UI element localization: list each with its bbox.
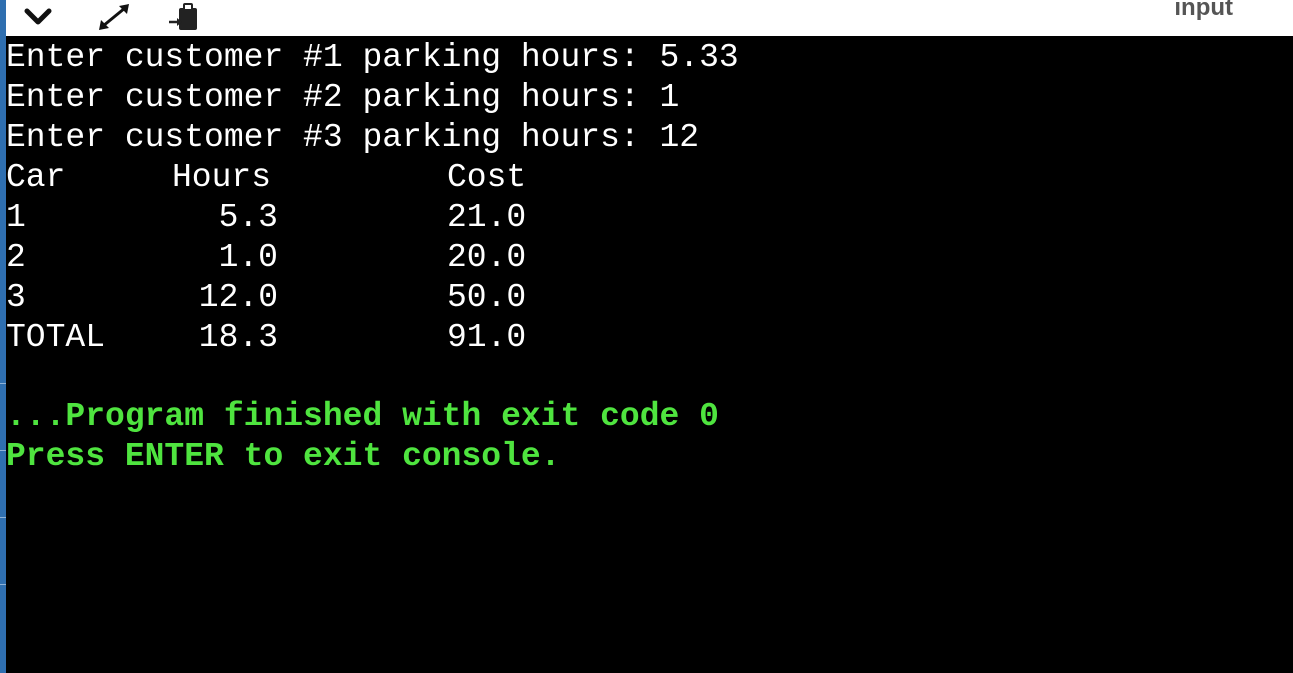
prompt-line-1: Enter customer #1 parking hours: 5.33 <box>6 39 739 76</box>
row-hours: 12.0 <box>198 279 278 316</box>
row-car: 1 <box>6 199 26 236</box>
row-cost: 20.0 <box>447 239 527 276</box>
exit-status-message: ...Program finished with exit code 0 <box>6 398 719 435</box>
prompt-line-2: Enter customer #2 parking hours: 1 <box>6 79 680 116</box>
row-hours: 5.3 <box>218 199 278 236</box>
row-car: 2 <box>6 239 26 276</box>
press-enter-message: Press ENTER to exit console. <box>6 438 561 475</box>
input-tab-label[interactable]: input <box>1174 0 1233 22</box>
table-row: 2 1.0 20.0 <box>6 238 606 278</box>
expand-icon[interactable] <box>96 2 132 32</box>
chevron-down-icon[interactable] <box>20 2 56 32</box>
table-header: Car Hours Cost <box>6 158 606 198</box>
console-toolbar: input <box>0 0 1293 36</box>
row-cost: 50.0 <box>447 279 527 316</box>
table-total-row: TOTAL 18.3 91.0 <box>6 318 606 358</box>
table-row: 1 5.3 21.0 <box>6 198 606 238</box>
row-cost: 21.0 <box>447 199 527 236</box>
row-car: TOTAL <box>6 319 106 356</box>
header-cost: Cost <box>447 159 527 196</box>
row-car: 3 <box>6 279 26 316</box>
prompt-line-3: Enter customer #3 parking hours: 12 <box>6 119 700 156</box>
console-output[interactable]: Enter customer #1 parking hours: 5.33 En… <box>6 36 1293 673</box>
table-row: 3 12.0 50.0 <box>6 278 606 318</box>
clipboard-paste-icon[interactable] <box>166 2 202 32</box>
row-hours: 18.3 <box>198 319 278 356</box>
row-cost: 91.0 <box>447 319 527 356</box>
row-hours: 1.0 <box>218 239 278 276</box>
header-hours: Hours <box>172 159 272 196</box>
header-car: Car <box>6 159 66 196</box>
